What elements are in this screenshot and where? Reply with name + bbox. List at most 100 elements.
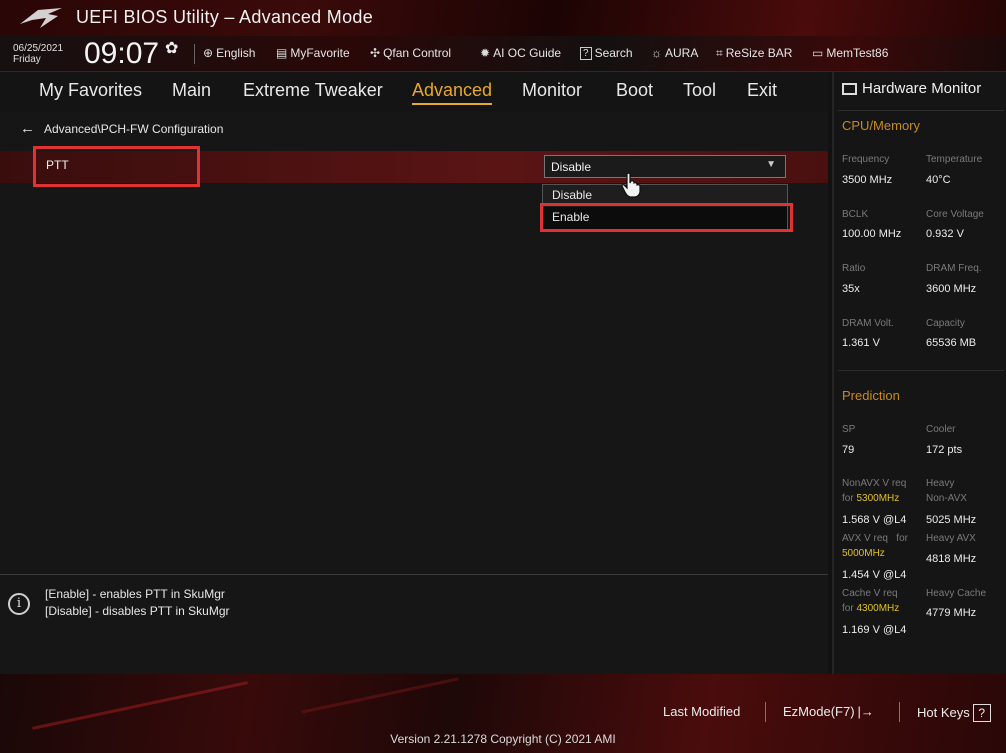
search-button[interactable]: ? Search bbox=[580, 43, 633, 63]
core-voltage-label: Core Voltage bbox=[926, 209, 984, 220]
fan-icon: ✣ bbox=[370, 46, 381, 60]
heavy-nonavx-value: 5025 MHz bbox=[926, 514, 977, 526]
bclk-label: BCLK bbox=[842, 209, 869, 220]
gear-icon[interactable]: ✿ bbox=[165, 38, 178, 58]
cpu-memory-heading: CPU/Memory bbox=[842, 118, 921, 133]
cooler-label: Cooler bbox=[926, 424, 956, 435]
heavy-cache-value: 4779 MHz bbox=[926, 607, 977, 619]
tab-tool[interactable]: Tool bbox=[683, 80, 716, 103]
dropdown-value: Disable bbox=[551, 160, 592, 174]
divider bbox=[838, 110, 1004, 111]
rog-logo-icon bbox=[20, 8, 62, 28]
date-text: 06/25/2021 bbox=[13, 43, 64, 54]
decorative-streak bbox=[32, 681, 248, 730]
heavy-cache-label: Heavy Cache bbox=[926, 588, 987, 599]
resize-bar-icon: ⌗ bbox=[716, 45, 723, 60]
day-text: Friday bbox=[13, 54, 41, 65]
tab-extreme-tweaker[interactable]: Extreme Tweaker bbox=[243, 80, 383, 103]
highlight-box-ptt bbox=[33, 146, 200, 187]
breadcrumb-path: Advanced\PCH-FW Configuration bbox=[44, 121, 224, 136]
info-icon: i bbox=[8, 593, 30, 615]
tab-my-favorites[interactable]: My Favorites bbox=[39, 80, 142, 103]
ezmode-button[interactable]: EzMode(F7) |→ bbox=[783, 704, 874, 719]
dram-freq-label: DRAM Freq. bbox=[926, 263, 982, 274]
hand-cursor-icon bbox=[621, 172, 641, 198]
favorite-list-icon: ▤ bbox=[276, 46, 288, 60]
help-text-enable: [Enable] - enables PTT in SkuMgr bbox=[45, 587, 225, 601]
core-voltage-value: 0.932 V bbox=[926, 228, 964, 240]
dram-freq-value: 3600 MHz bbox=[926, 283, 977, 295]
ptt-dropdown[interactable]: Disable ▼ bbox=[544, 155, 786, 178]
hardware-monitor-title: Hardware Monitor bbox=[842, 80, 981, 97]
heavy-nonavx-label: Non-AVX bbox=[926, 493, 967, 504]
cache-voltage: 1.169 V @L4 bbox=[842, 624, 907, 636]
title-bar: UEFI BIOS Utility – Advanced Mode bbox=[0, 0, 1006, 36]
capacity-value: 65536 MB bbox=[926, 337, 977, 349]
qfan-control-button[interactable]: ✣ Qfan Control bbox=[370, 43, 451, 63]
dram-volt-value: 1.361 V bbox=[842, 337, 880, 349]
version-text: Version 2.21.1278 Copyright (C) 2021 AMI bbox=[390, 732, 616, 746]
tab-advanced[interactable]: Advanced bbox=[412, 80, 493, 105]
frequency-value: 3500 MHz bbox=[842, 174, 893, 186]
main-menu: My Favorites Main Extreme Tweaker Advanc… bbox=[0, 72, 828, 112]
ratio-label: Ratio bbox=[842, 263, 866, 274]
nonavx-freq: 5300MHz bbox=[856, 493, 900, 504]
ai-oc-guide-button[interactable]: ✹ AI OC Guide bbox=[480, 43, 561, 63]
option-disable[interactable]: Disable bbox=[552, 188, 592, 202]
breadcrumb: ← Advanced\PCH-FW Configuration bbox=[20, 120, 223, 137]
sp-value: 79 bbox=[842, 444, 855, 456]
cache-label: Cache V req bbox=[842, 588, 898, 599]
settings-panel: ← Advanced\PCH-FW Configuration PTT Disa… bbox=[0, 112, 828, 574]
divider bbox=[194, 44, 195, 64]
back-arrow-icon[interactable]: ← bbox=[20, 120, 35, 137]
chevron-down-icon: ▼ bbox=[766, 159, 776, 170]
monitor-icon bbox=[842, 82, 857, 95]
memtest86-button[interactable]: ▭ MemTest86 bbox=[812, 43, 888, 63]
ratio-value: 35x bbox=[842, 283, 860, 295]
globe-icon: ⊕ bbox=[203, 46, 214, 60]
ai-chip-icon: ✹ bbox=[480, 46, 491, 60]
hot-keys-button[interactable]: Hot Keys? bbox=[917, 704, 991, 722]
search-icon: ? bbox=[580, 46, 592, 60]
hardware-monitor-panel: Hardware Monitor CPU/Memory Frequency 35… bbox=[832, 72, 1006, 674]
cooler-value: 172 pts bbox=[926, 444, 963, 456]
capacity-label: Capacity bbox=[926, 318, 965, 329]
heavy-label: Heavy bbox=[926, 478, 955, 489]
avx-label-line: AVX V req for bbox=[842, 533, 908, 544]
tab-main[interactable]: Main bbox=[172, 80, 211, 103]
exit-arrow-icon: |→ bbox=[857, 704, 874, 719]
tab-boot[interactable]: Boot bbox=[616, 80, 653, 103]
clock: 09:07 bbox=[84, 37, 160, 70]
aura-button[interactable]: ☼ AURA bbox=[651, 43, 698, 63]
help-text-disable: [Disable] - disables PTT in SkuMgr bbox=[45, 604, 230, 618]
aura-light-icon: ☼ bbox=[651, 46, 662, 60]
date-display: 06/25/2021 Friday bbox=[13, 43, 63, 65]
myfavorite-button[interactable]: ▤ MyFavorite bbox=[276, 43, 350, 63]
tab-monitor[interactable]: Monitor bbox=[522, 80, 582, 103]
avx-voltage: 1.454 V @L4 bbox=[842, 569, 907, 581]
decorative-streak bbox=[301, 677, 459, 714]
memory-icon: ▭ bbox=[812, 46, 824, 60]
temperature-value: 40°C bbox=[926, 174, 951, 186]
nonavx-freq-line: for 5300MHz bbox=[842, 493, 900, 504]
frequency-label: Frequency bbox=[842, 154, 890, 165]
bclk-value: 100.00 MHz bbox=[842, 228, 902, 240]
info-bar: 06/25/2021 Friday 09:07 ✿ ⊕ English ▤ MyFa… bbox=[0, 36, 1006, 72]
dram-volt-label: DRAM Volt. bbox=[842, 318, 894, 329]
heavy-avx-value: 4818 MHz bbox=[926, 553, 977, 565]
divider bbox=[765, 702, 766, 722]
app-title: UEFI BIOS Utility – Advanced Mode bbox=[76, 7, 374, 27]
cache-freq-line: for 4300MHz bbox=[842, 603, 900, 614]
heavy-avx-label: Heavy AVX bbox=[926, 533, 976, 544]
tab-exit[interactable]: Exit bbox=[747, 80, 777, 103]
nonavx-voltage: 1.568 V @L4 bbox=[842, 514, 907, 526]
avx-freq: 5000MHz bbox=[842, 548, 885, 559]
footer-bar: Last Modified EzMode(F7) |→ Hot Keys? Ver… bbox=[0, 674, 1006, 753]
last-modified-button[interactable]: Last Modified bbox=[663, 704, 740, 719]
prediction-heading: Prediction bbox=[842, 388, 900, 403]
resize-bar-button[interactable]: ⌗ ReSize BAR bbox=[716, 43, 792, 63]
nonavx-label: NonAVX V req bbox=[842, 478, 907, 489]
help-bar: i [Enable] - enables PTT in SkuMgr [Disa… bbox=[0, 574, 828, 674]
divider bbox=[838, 370, 1004, 371]
language-button[interactable]: ⊕ English bbox=[203, 43, 255, 63]
